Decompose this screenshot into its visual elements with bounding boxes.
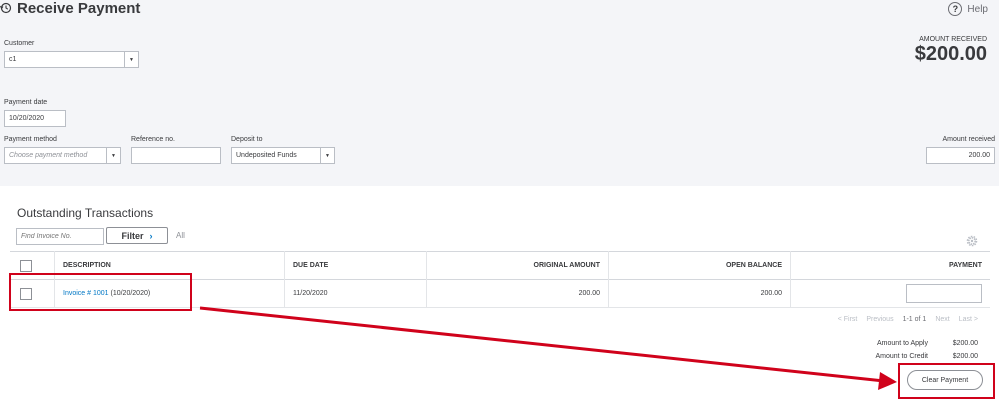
annotation-arrow	[199, 306, 897, 390]
